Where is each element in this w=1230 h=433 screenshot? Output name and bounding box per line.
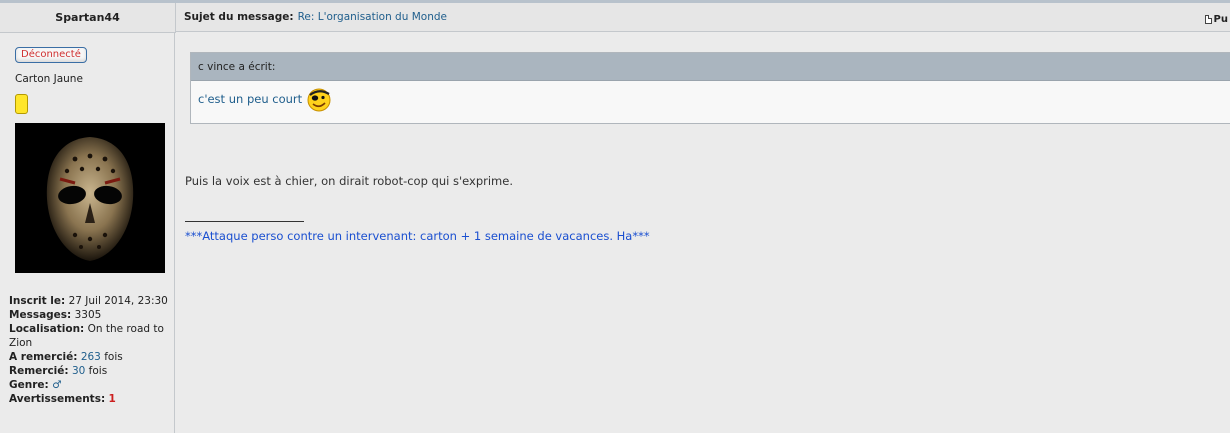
signature-divider xyxy=(185,221,304,222)
signature: ***Attaque perso contre un intervenant: … xyxy=(185,229,650,243)
subject-link[interactable]: Re: L'organisation du Monde xyxy=(298,11,447,23)
profile-localisation: Localisation: On the road to Zion xyxy=(9,323,164,349)
quote-author: c vince a écrit: xyxy=(191,53,1230,81)
a-remercie-link[interactable]: 263 xyxy=(81,351,101,363)
quote-text: c'est un peu court xyxy=(198,92,303,106)
post-body: Puis la voix est à chier, on dirait robo… xyxy=(185,174,513,188)
rank-title: Carton Jaune xyxy=(15,73,83,85)
profile-details: Inscrit le: 27 Juil 2014, 23:30 Messages… xyxy=(9,294,171,406)
pirate-smiley-icon xyxy=(307,88,331,112)
profile-genre: Genre: ♂ xyxy=(9,379,62,391)
post-subject-header: Sujet du message: Re: L'organisation du … xyxy=(176,3,1230,32)
document-icon xyxy=(1204,15,1212,24)
username[interactable]: Spartan44 xyxy=(55,11,119,24)
avatar xyxy=(15,123,165,273)
male-icon: ♂ xyxy=(52,379,62,391)
remercie-link[interactable]: 30 xyxy=(72,365,85,377)
user-profile-panel: Déconnecté Carton Jaune Inscrit le: 27 J… xyxy=(0,33,175,433)
profile-remercie: Remercié: 30 fois xyxy=(9,365,108,377)
subject-label: Sujet du message: xyxy=(184,11,294,23)
hockey-mask-icon xyxy=(15,123,165,273)
yellow-card-icon xyxy=(15,94,28,114)
quote-body: c'est un peu court xyxy=(198,85,333,113)
post-link[interactable]: Pu xyxy=(1204,14,1228,25)
author-header: Spartan44 xyxy=(0,3,176,33)
post-link-label: Pu xyxy=(1213,14,1228,25)
profile-avertissements: Avertissements: 1 xyxy=(9,393,116,405)
profile-messages: Messages: 3305 xyxy=(9,309,102,321)
quote-box: c vince a écrit: c'est un peu court xyxy=(190,52,1230,124)
profile-a-remercie: A remercié: 263 fois xyxy=(9,351,123,363)
status-badge: Déconnecté xyxy=(15,47,87,63)
profile-inscrit: Inscrit le: 27 Juil 2014, 23:30 xyxy=(9,295,168,307)
